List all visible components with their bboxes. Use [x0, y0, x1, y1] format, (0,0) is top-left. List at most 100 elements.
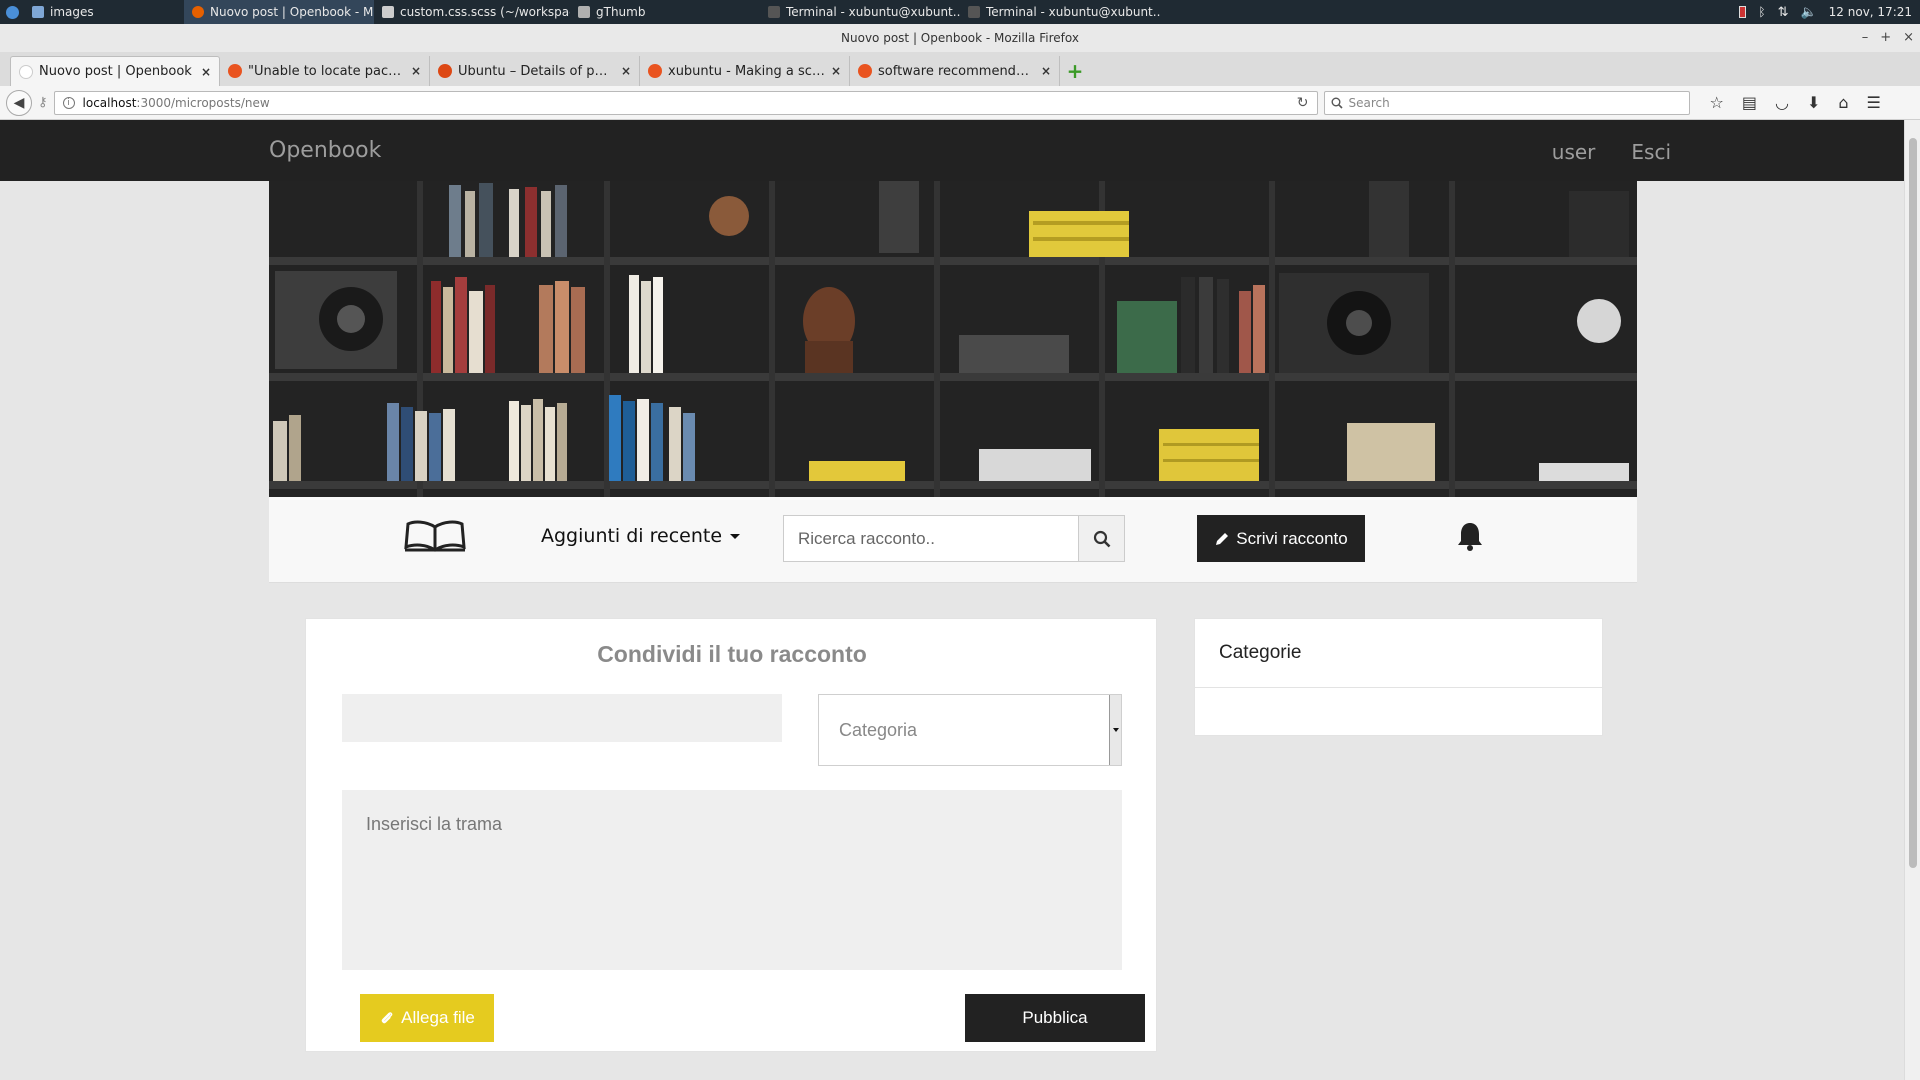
home-icon[interactable]: ⌂ [1838, 93, 1848, 112]
tab-label: xubuntu - Making a scree... [668, 63, 825, 79]
browser-navbar: ◀ ⚷ i localhost:3000/microposts/new ↻ Se… [0, 86, 1920, 120]
browser-tab[interactable]: Ubuntu – Details of packa... × [430, 56, 640, 86]
plot-textarea[interactable] [342, 790, 1122, 970]
terminal-icon [968, 6, 980, 18]
browser-tab[interactable]: software recommendatio... × [850, 56, 1060, 86]
maximize-button[interactable]: + [1880, 24, 1891, 52]
minimize-button[interactable]: – [1862, 24, 1869, 52]
app-menu-button[interactable] [0, 0, 24, 24]
editor-icon [382, 6, 394, 18]
task-gthumb[interactable]: gThumb [570, 0, 760, 24]
page-favicon-icon [19, 64, 33, 79]
tab-close-icon[interactable]: × [201, 65, 211, 79]
battery-icon[interactable] [1739, 6, 1747, 18]
bookmark-star-icon[interactable]: ☆ [1710, 93, 1724, 112]
search-icon [1093, 530, 1110, 547]
categories-heading: Categorie [1195, 619, 1602, 688]
task-label: custom.css.scss (~/workspac... [400, 5, 570, 19]
task-label: gThumb [596, 5, 646, 19]
pencil-icon [1216, 532, 1229, 545]
network-icon[interactable]: ⇅ [1778, 5, 1789, 20]
pocket-icon[interactable]: ◡ [1775, 93, 1789, 112]
task-firefox[interactable]: Nuovo post | Openbook - M... [184, 0, 374, 24]
hero-bookshelf-image [269, 181, 1637, 497]
window-title: Nuovo post | Openbook - Mozilla Firefox [841, 31, 1079, 45]
recent-dropdown-label: Aggiunti di recente [541, 525, 723, 547]
back-button[interactable]: ◀ [6, 89, 32, 116]
url-path: :3000/microposts/new [136, 95, 270, 110]
image-viewer-icon [578, 6, 590, 18]
browser-tab[interactable]: "Unable to locate packag... × [220, 56, 430, 86]
url-bar[interactable]: i localhost:3000/microposts/new ↻ [53, 90, 1318, 115]
notification-bell-icon[interactable] [1456, 521, 1484, 551]
tab-close-icon[interactable]: × [621, 64, 631, 78]
main-container: Aggiunti di recente Scrivi racconto Cond… [269, 181, 1637, 1080]
bluetooth-icon[interactable]: ᛒ [1758, 5, 1765, 19]
story-title-input[interactable] [342, 694, 782, 742]
tab-label: "Unable to locate packag... [248, 63, 405, 79]
system-panel: images Nuovo post | Openbook - M... cust… [0, 0, 1920, 24]
tab-close-icon[interactable]: × [831, 64, 841, 78]
reload-icon[interactable]: ↻ [1297, 95, 1309, 111]
recent-dropdown[interactable]: Aggiunti di recente [541, 525, 741, 547]
askubuntu-favicon-icon [228, 64, 242, 78]
scrollbar-thumb[interactable] [1909, 138, 1917, 868]
download-icon[interactable]: ⬇ [1807, 93, 1820, 112]
page-viewport: Openbook user Esci Aggiunti di recente R… [0, 120, 1904, 1080]
write-story-label: Scrivi racconto [1236, 528, 1348, 548]
paperclip-icon [381, 1012, 393, 1024]
write-story-button[interactable]: Scrivi racconto [1197, 515, 1365, 562]
browser-toolbar-icons: ☆ ▤ ◡ ⬇ ⌂ ☰ [1696, 93, 1881, 112]
publish-button[interactable]: Pubblica [965, 994, 1145, 1042]
tab-label: Ubuntu – Details of packa... [458, 63, 615, 79]
nav-user-link[interactable]: user [1552, 140, 1596, 164]
category-select[interactable]: Categoria [818, 694, 1122, 766]
task-editor[interactable]: custom.css.scss (~/workspac... [374, 0, 570, 24]
nav-logout-link[interactable]: Esci [1631, 140, 1671, 164]
browser-tab-active[interactable]: Nuovo post | Openbook × [10, 56, 220, 86]
browser-tab[interactable]: xubuntu - Making a scree... × [640, 56, 850, 86]
publish-label: Pubblica [1022, 1008, 1088, 1027]
tab-label: Nuovo post | Openbook [39, 64, 192, 79]
task-images[interactable]: images [24, 0, 184, 24]
site-brand[interactable]: Openbook [269, 138, 381, 163]
site-info-icon[interactable]: i [62, 96, 75, 109]
tab-close-icon[interactable]: × [411, 64, 421, 78]
story-search-input[interactable] [783, 515, 1078, 562]
new-story-heading: Condividi il tuo racconto [597, 641, 867, 667]
new-story-card: Condividi il tuo racconto Categoria Alle… [305, 618, 1157, 1052]
task-terminal-2[interactable]: Terminal - xubuntu@xubunt... [960, 0, 1160, 24]
task-label: Nuovo post | Openbook - M... [210, 5, 374, 19]
system-tray: ᛒ ⇅ 🔈 12 nov, 17:21 [1739, 5, 1920, 20]
open-book-icon[interactable] [404, 519, 466, 553]
story-toolbar: Aggiunti di recente Scrivi racconto [269, 497, 1637, 583]
xfce-logo-icon [5, 5, 19, 19]
tab-label: software recommendatio... [878, 63, 1035, 79]
search-icon [1331, 97, 1343, 109]
browser-search-bar[interactable]: Search [1323, 90, 1690, 115]
task-terminal-1[interactable]: Terminal - xubuntu@xubunt... [760, 0, 960, 24]
volume-icon[interactable]: 🔈 [1800, 5, 1816, 20]
close-window-button[interactable]: × [1903, 24, 1914, 52]
reading-list-icon[interactable]: ▤ [1742, 93, 1757, 112]
caret-down-icon [730, 533, 741, 539]
key-icon[interactable]: ⚷ [38, 95, 48, 110]
story-search-button[interactable] [1078, 515, 1125, 562]
window-titlebar: Nuovo post | Openbook - Mozilla Firefox … [0, 24, 1920, 52]
tab-close-icon[interactable]: × [1041, 64, 1051, 78]
clock[interactable]: 12 nov, 17:21 [1829, 5, 1912, 19]
new-tab-button[interactable]: + [1060, 56, 1090, 86]
url-host: localhost [82, 95, 137, 110]
ubuntu-favicon-icon [438, 64, 452, 78]
askubuntu-favicon-icon [858, 64, 872, 78]
task-label: Terminal - xubuntu@xubunt... [786, 5, 960, 19]
attach-file-button[interactable]: Allega file [360, 994, 494, 1042]
hamburger-menu-icon[interactable]: ☰ [1867, 93, 1881, 112]
terminal-icon [768, 6, 780, 18]
firefox-icon [192, 6, 204, 18]
browser-tab-bar: Nuovo post | Openbook × "Unable to locat… [0, 52, 1920, 86]
categories-panel: Categorie [1194, 618, 1603, 736]
page-scrollbar[interactable] [1904, 120, 1920, 1080]
select-arrow-icon[interactable] [1109, 695, 1121, 765]
askubuntu-favicon-icon [648, 64, 662, 78]
